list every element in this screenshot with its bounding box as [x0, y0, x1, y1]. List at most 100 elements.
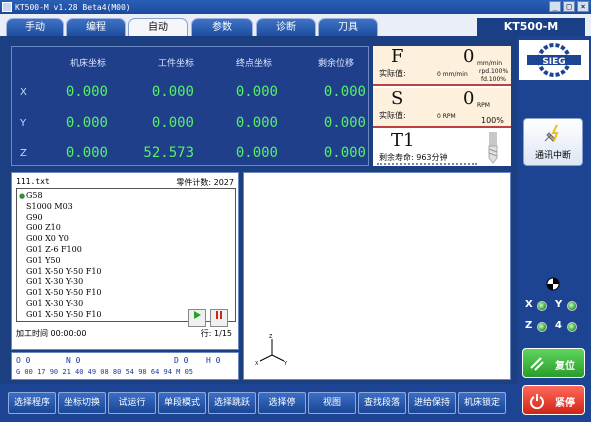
modal-codes: G 00 17 90 21 40 49 08 80 54 98 64 94 M …	[16, 368, 194, 376]
axis-label-y: Y	[20, 118, 27, 129]
coord-value: 0.000	[65, 145, 108, 161]
tool-life-bar	[377, 163, 477, 165]
line-position: 行: 1/15	[200, 329, 232, 338]
coord-value: 0.000	[235, 115, 278, 131]
graphics-view[interactable]: Z X Y	[243, 172, 511, 380]
feed-spindle-panel: F 0 mm/min 实际值: 0 mm/min rpd.100% fd.100…	[373, 46, 511, 166]
emergency-stop-button[interactable]: 紧停	[522, 385, 585, 415]
header-end-coord: 终点坐标	[236, 59, 273, 69]
softkey-block-skip[interactable]: 选择跳跃	[208, 392, 256, 414]
svg-text:Z: Z	[269, 334, 273, 340]
header-machine-coord: 机床坐标	[70, 59, 107, 69]
coordinate-panel: 机床坐标 工件坐标 终点坐标 剩余位移 X 0.000 0.000 0.000 …	[11, 46, 369, 166]
comm-status-label: 通讯中断	[534, 151, 571, 161]
coord-value: 0.000	[323, 145, 366, 161]
header-remaining: 剩余位移	[318, 59, 355, 69]
o-number: O 0	[16, 356, 31, 365]
xyz-axes-icon: Z X Y	[255, 334, 288, 367]
axis-y-led	[567, 301, 577, 311]
tab-manual[interactable]: 手动	[6, 18, 64, 36]
axis-x-led	[537, 301, 547, 311]
n-number: N 0	[66, 356, 81, 365]
spindle-letter: S	[391, 88, 404, 109]
softkey-feed-hold[interactable]: 进给保持	[408, 392, 456, 414]
reset-button[interactable]: 复位	[522, 348, 585, 378]
softkey-single-block[interactable]: 单段模式	[158, 392, 206, 414]
sieg-logo: SIEG	[519, 40, 589, 80]
modal-code-panel: O 0 N 0 D 0 H 0 G 00 17 90 21 40 49 08 8…	[11, 352, 239, 380]
tool-life: 剩余寿命: 963分钟	[379, 153, 448, 162]
reset-label: 复位	[555, 361, 575, 372]
spindle-value: 0	[463, 88, 475, 109]
softkey-bar: 选择程序 坐标切换 试运行 单段模式 选择跳跃 选择停 视图 查找段落 进给保持…	[0, 384, 517, 422]
axis-label-z: Z	[20, 148, 27, 159]
program-line: G01 Y50	[26, 255, 61, 265]
feed-hold-button[interactable]	[210, 309, 228, 327]
tab-bar: 手动 编程 自动 参数 诊断 刀具 KT500-M	[0, 14, 591, 36]
spindle-unit: RPM	[477, 102, 490, 109]
softkey-find-block[interactable]: 查找段落	[358, 392, 406, 414]
coord-value: 0.000	[235, 145, 278, 161]
tab-parameters[interactable]: 参数	[191, 18, 253, 36]
axis-label-x: X	[20, 87, 27, 98]
spindle-override: 100%	[481, 116, 504, 125]
program-listing[interactable]: ●G58 S1000 M03 G90 G00 Z10 G00 X0 Y0 G01…	[16, 188, 236, 322]
minimize-button[interactable]: _	[549, 1, 561, 12]
softkey-optional-stop[interactable]: 选择停	[258, 392, 306, 414]
program-line: ●G58	[19, 191, 43, 200]
program-line: G01 X-30 Y-30	[26, 277, 84, 287]
close-button[interactable]: ×	[577, 1, 589, 12]
softkey-dry-run[interactable]: 试运行	[108, 392, 156, 414]
program-panel: 111.txt 零件计数: 2027 ●G58 S1000 M03 G90 G0…	[11, 172, 239, 350]
title-bar: KT500-M v1.28 Beta4(M00) _ □ ×	[0, 0, 591, 14]
program-line: G00 X0 Y0	[26, 234, 69, 244]
program-line: G00 Z10	[26, 223, 61, 233]
model-label: KT500-M	[477, 18, 585, 36]
feed-override: fd.100%	[481, 76, 506, 83]
end-mill-icon	[488, 132, 498, 164]
d-number: D 0	[174, 356, 189, 365]
comm-status-button[interactable]: 通讯中断	[523, 118, 583, 166]
svg-text:SIEG: SIEG	[542, 57, 565, 67]
tab-tools[interactable]: 刀具	[318, 18, 378, 36]
program-line: G01 X-50 Y-50 F10	[26, 266, 102, 276]
current-line-marker-icon: ●	[19, 192, 26, 200]
pause-icon	[216, 311, 222, 319]
machining-time: 加工时间 00:00:00	[16, 329, 87, 338]
tab-diagnostics[interactable]: 诊断	[256, 18, 316, 36]
window-title: KT500-M v1.28 Beta4(M00)	[15, 2, 131, 12]
rapid-override: rpd.100%	[479, 68, 509, 75]
plug-lightning-icon	[544, 124, 559, 142]
svg-text:Y: Y	[283, 361, 288, 367]
axis-y-indicator: Y	[555, 299, 563, 310]
spindle-actual-value: 0 RPM	[437, 113, 456, 120]
axis-4-led	[567, 322, 577, 332]
coord-value: 0.000	[65, 115, 108, 131]
maximize-button[interactable]: □	[563, 1, 575, 12]
axis-z-led	[537, 322, 547, 332]
coord-value: 0.000	[323, 115, 366, 131]
right-control-panel: SIEG 通讯中断 X Y Z 4 复位 紧停	[517, 36, 591, 422]
estop-label: 紧停	[555, 398, 575, 409]
coord-value: 52.573	[143, 145, 194, 161]
axis-selector-icon	[546, 277, 560, 291]
feed-letter: F	[391, 46, 404, 67]
svg-text:X: X	[255, 361, 259, 367]
feed-value: 0	[463, 46, 475, 67]
softkey-machine-lock[interactable]: 机床锁定	[458, 392, 506, 414]
tool-box: T1 剩余寿命: 963分钟	[373, 130, 511, 166]
softkey-select-program[interactable]: 选择程序	[8, 392, 56, 414]
spindle-actual-label: 实际值:	[379, 111, 406, 120]
softkey-coord-switch[interactable]: 坐标切换	[58, 392, 106, 414]
softkey-view[interactable]: 视图	[308, 392, 356, 414]
play-icon	[194, 311, 201, 319]
program-line: S1000 M03	[26, 201, 73, 211]
h-number: H 0	[206, 356, 221, 365]
coord-value: 0.000	[65, 84, 108, 100]
program-line: G90	[26, 212, 43, 222]
tab-programming[interactable]: 编程	[66, 18, 126, 36]
axis-z-indicator: Z	[525, 320, 533, 331]
reset-arrows-icon	[530, 357, 544, 371]
cycle-start-button[interactable]	[188, 309, 206, 327]
tab-auto[interactable]: 自动	[128, 18, 188, 36]
